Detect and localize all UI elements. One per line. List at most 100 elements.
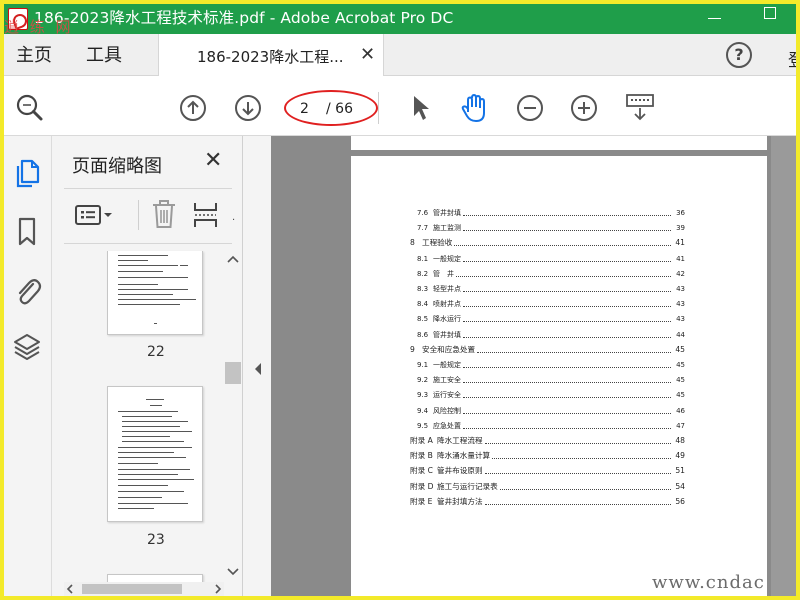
toc-entry[interactable]: 8.1 一般规定 41 — [351, 254, 767, 264]
trash-icon[interactable] — [150, 198, 178, 230]
toc-entry-page: 51 — [675, 466, 685, 476]
toc-leader-dots — [485, 443, 671, 444]
layers-icon[interactable] — [12, 332, 42, 364]
toc-entry-number: 8 — [410, 238, 415, 248]
document-tab[interactable]: 186-2023降水工程... ✕ — [158, 34, 384, 77]
toc-entry[interactable]: 附录 E 管井封填方法 56 — [351, 497, 767, 507]
menu-tools[interactable]: 工具 — [86, 44, 122, 68]
toc-entry-title: 运行安全 — [433, 391, 461, 400]
toc-entry[interactable]: 8.2 管 井 42 — [351, 269, 767, 279]
toc-entry[interactable]: 附录 D 施工与运行记录表 54 — [351, 482, 767, 492]
toc-entry-title: 轻型井点 — [433, 285, 461, 293]
thumbnail-horizontal-scrollbar[interactable] — [64, 582, 224, 596]
toc-entry[interactable]: 8.3 轻型井点 43 — [351, 284, 767, 294]
toc-leader-dots — [463, 336, 671, 338]
help-icon[interactable]: ? — [726, 42, 752, 68]
bookmark-icon[interactable] — [12, 216, 42, 248]
toc-leader-dots — [463, 382, 671, 384]
toc-entry-number: 附录 E — [410, 496, 433, 506]
toc-entry-title: 应急处置 — [433, 421, 461, 430]
toc-entry-title: 一般规定 — [433, 254, 461, 263]
toc-entry[interactable]: 9.1 一般规定 45 — [351, 360, 767, 370]
toc-entry-title: 施工安全 — [433, 376, 461, 385]
toc-entry-number: 8.1 — [417, 254, 429, 263]
thumbnail-page-22[interactable] — [107, 251, 203, 335]
scroll-left-icon[interactable] — [64, 583, 76, 595]
plus-circle-icon[interactable] — [570, 94, 598, 122]
cursor-arrow-icon[interactable] — [410, 94, 432, 122]
panel-collapse-strip[interactable] — [243, 136, 271, 596]
toc-entry-number: 9.2 — [417, 376, 429, 385]
panel-close-icon[interactable]: ✕ — [204, 148, 222, 173]
panel-toolbar-bottom-divider — [64, 243, 232, 244]
toc-entry[interactable]: 9.3 运行安全 45 — [351, 390, 767, 400]
toc-entry[interactable]: 9 安全和应急处置 45 — [351, 345, 767, 355]
toc-leader-dots — [500, 488, 671, 490]
thumbnail-page-23[interactable] — [107, 386, 203, 522]
toc-entry-page: 41 — [675, 238, 685, 248]
toc-entry[interactable]: 附录 B 降水涌水量计算 49 — [351, 451, 767, 461]
toc-entry-title: 管井封填 — [433, 330, 461, 339]
toc-entry-page: 56 — [675, 496, 685, 506]
maximize-icon[interactable] — [764, 7, 776, 19]
toc-entry[interactable]: 9.5 应急处置 47 — [351, 421, 767, 431]
signin-button[interactable]: 登 — [788, 46, 796, 71]
toc-entry[interactable]: 7.6 管井封填 36 — [351, 208, 767, 218]
toc-leader-dots — [463, 427, 671, 429]
magnifier-icon[interactable] — [14, 92, 46, 124]
toc-entry-number: 8.2 — [417, 269, 429, 278]
toc-entry[interactable]: 8.4 喷射井点 43 — [351, 299, 767, 309]
toc-entry-title: 降水涌水量计算 — [437, 451, 491, 461]
toc-leader-dots — [485, 503, 671, 505]
page-thumbnails-icon[interactable] — [12, 158, 42, 190]
toc-entry[interactable]: 7.7 施工监测 39 — [351, 223, 767, 233]
hand-icon[interactable] — [460, 92, 490, 124]
toc-entry[interactable]: 8.5 降水运行 43 — [351, 314, 767, 324]
document-tab-label: 186-2023降水工程... — [197, 48, 344, 66]
toc-entry-page: 39 — [676, 224, 685, 233]
toc-entry-number: 7.6 — [417, 209, 429, 217]
toc-leader-dots — [463, 306, 671, 308]
page-thumbnails-panel: 页面缩略图 ✕ . 22 23 — [52, 136, 243, 596]
arrow-down-circle-icon[interactable] — [234, 94, 262, 122]
toc-entry-page: 36 — [676, 209, 685, 217]
toc-entry[interactable]: 附录 A 降水工程流程 48 — [351, 436, 767, 446]
scroll-right-icon[interactable] — [212, 583, 224, 595]
minus-circle-icon[interactable] — [516, 94, 544, 122]
toc-leader-dots — [463, 321, 671, 323]
toc-entry[interactable]: 9.2 施工安全 45 — [351, 375, 767, 385]
window-title: 186-2023降水工程技术标准.pdf - Adobe Acrobat Pro… — [34, 9, 454, 27]
paperclip-icon[interactable] — [12, 274, 42, 306]
toc-leader-dots — [477, 351, 671, 353]
toc-entry-title: 施工与运行记录表 — [437, 481, 498, 491]
arrow-up-circle-icon[interactable] — [179, 94, 207, 122]
pdf-page[interactable]: 7.6 管井封填 36 7.7 施工监测 39 8 工程验收 41 8.1 一般规定 41 8.2 管 井… — [351, 156, 767, 596]
toc-leader-dots — [463, 367, 671, 368]
toc-entry[interactable]: 8.6 管井封填 44 — [351, 330, 767, 340]
toc-entry-page: 45 — [675, 344, 685, 354]
scroll-down-icon[interactable] — [225, 566, 241, 578]
close-tab-icon[interactable]: ✕ — [360, 44, 375, 65]
toc-entry[interactable]: 9.4 风险控制 46 — [351, 406, 767, 416]
toc-entry-page: 43 — [676, 315, 685, 324]
menu-home[interactable]: 主页 — [16, 44, 52, 68]
toc-entry[interactable]: 8 工程验收 41 — [351, 238, 767, 248]
left-navigation-rail — [4, 136, 52, 596]
thumbnail-vertical-scrollbar[interactable] — [221, 251, 241, 581]
panel-title: 页面缩略图 — [72, 156, 162, 177]
page-number-input[interactable]: 2 — [300, 101, 316, 117]
scroll-up-icon[interactable] — [225, 253, 241, 265]
keyboard-icon[interactable] — [624, 92, 656, 124]
document-view[interactable]: 7.6 管井封填 36 7.7 施工监测 39 8 工程验收 41 8.1 一般规定 41 8.2 管 井… — [271, 136, 796, 596]
horizontal-scroll-thumb[interactable] — [82, 584, 182, 594]
toc-entry-number: 9.3 — [417, 391, 429, 400]
toc-entry[interactable]: 附录 C 管井布设原则 51 — [351, 466, 767, 476]
insert-page-icon[interactable] — [192, 200, 222, 230]
thumbnail-label-23: 23 — [147, 532, 165, 548]
thumbnail-options-icon[interactable] — [74, 202, 114, 228]
toc-entry-title: 降水工程流程 — [437, 436, 483, 445]
collapse-panel-icon[interactable] — [253, 362, 263, 376]
minimize-icon[interactable] — [708, 18, 721, 19]
vertical-scroll-thumb[interactable] — [225, 362, 241, 384]
toc-entry-number: 8.5 — [417, 315, 429, 324]
